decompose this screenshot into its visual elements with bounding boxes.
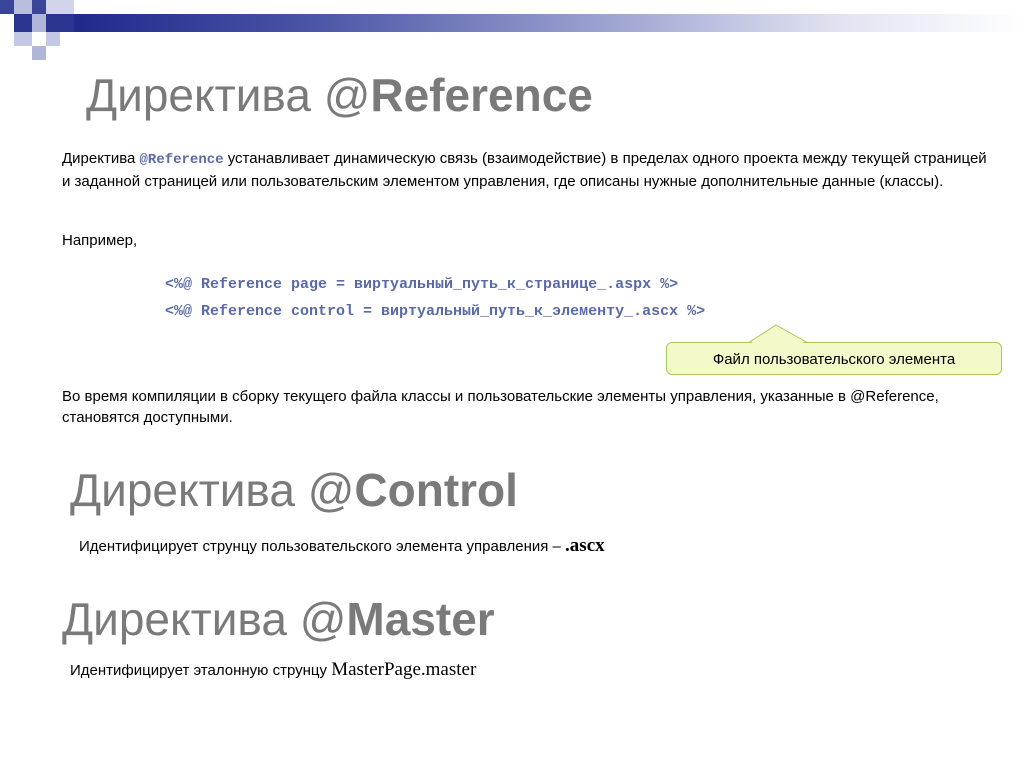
reference-heading-keyword: Reference bbox=[370, 69, 593, 121]
header-square-8 bbox=[46, 14, 74, 32]
code-line-page: <%@ Reference page = виртуальный_путь_к_… bbox=[165, 276, 679, 293]
header-square-1 bbox=[0, 0, 14, 14]
header-square-3 bbox=[32, 0, 46, 14]
master-heading-at: @ bbox=[299, 593, 347, 645]
reference-description-before: Директива bbox=[62, 150, 140, 167]
header-square-11 bbox=[46, 32, 60, 46]
master-filename: MasterPage.master bbox=[331, 659, 477, 680]
control-heading-keyword: Control bbox=[354, 464, 518, 516]
header-square-6 bbox=[14, 14, 32, 32]
header-square-5 bbox=[0, 14, 14, 32]
master-heading: Директива @Master bbox=[62, 596, 495, 642]
reference-heading-at: @ bbox=[323, 69, 371, 121]
reference-heading: Директива @Reference bbox=[86, 72, 593, 118]
header-square-7 bbox=[32, 14, 46, 32]
control-heading-prefix: Директива bbox=[70, 464, 308, 516]
master-description: Идентифицирует эталонную струнцу MasterP… bbox=[70, 659, 476, 681]
control-description: Идентифицирует струнцу пользовательского… bbox=[79, 535, 605, 557]
header-square-2 bbox=[14, 0, 32, 14]
control-extension: .ascx bbox=[565, 535, 605, 556]
control-heading: Директива @Control bbox=[70, 467, 518, 513]
header-gradient-band bbox=[74, 14, 1024, 32]
header-square-12 bbox=[32, 46, 46, 60]
master-heading-keyword: Master bbox=[346, 593, 495, 645]
master-description-text: Идентифицирует эталонную струнцу bbox=[70, 662, 332, 679]
reference-description: Директива @Reference устанавливает динам… bbox=[62, 148, 992, 192]
compilation-note: Во время компиляции в сборку текущего фа… bbox=[62, 388, 939, 426]
header-square-4 bbox=[46, 0, 74, 14]
header-square-9 bbox=[14, 32, 32, 46]
header-square-10 bbox=[32, 32, 46, 46]
control-heading-at: @ bbox=[307, 464, 355, 516]
master-heading-prefix: Директива bbox=[62, 593, 300, 645]
reference-heading-prefix: Директива bbox=[86, 69, 324, 121]
control-description-text: Идентифицирует струнцу пользовательского… bbox=[79, 538, 566, 555]
reference-inline-code: @Reference bbox=[139, 152, 224, 168]
callout-box: Файл пользовательского элемента bbox=[666, 342, 1002, 375]
example-label: Например, bbox=[62, 232, 138, 249]
callout-text: Файл пользовательского элемента bbox=[712, 351, 956, 368]
code-line-control: <%@ Reference control = виртуальный_путь… bbox=[165, 303, 706, 320]
